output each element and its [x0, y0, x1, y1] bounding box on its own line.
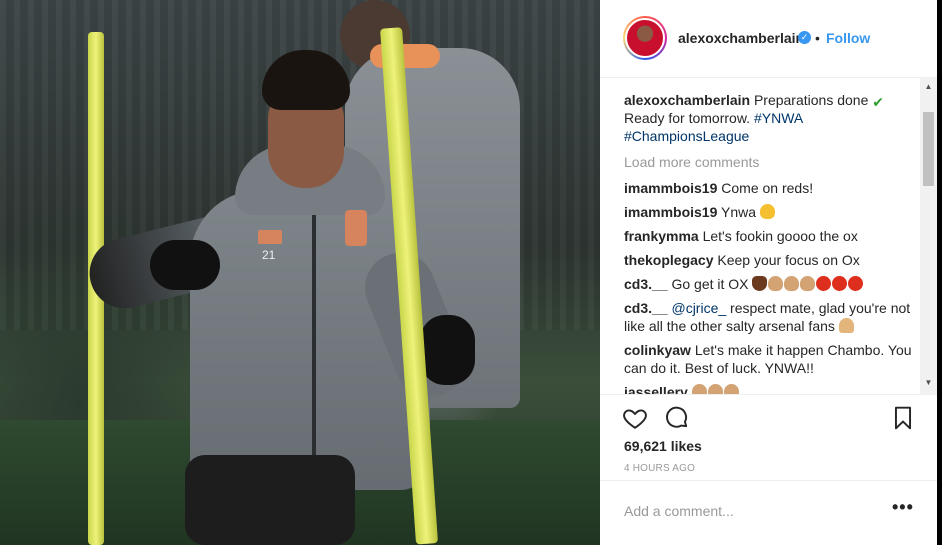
hashtag-championsleague[interactable]: #ChampionsLeague [624, 128, 749, 144]
post-header: alexoxchamberlain ✓ • Follow [600, 0, 942, 78]
load-more-comments-button[interactable]: Load more comments [624, 153, 912, 171]
comments-list[interactable]: alexoxchamberlain Preparations done ✔ Re… [600, 78, 942, 394]
bull-icon [752, 276, 768, 291]
verified-badge-icon: ✓ [798, 31, 811, 44]
follow-button[interactable]: Follow [826, 30, 870, 46]
comment-username[interactable]: imammbois19 [624, 204, 717, 220]
kit-logo [258, 230, 282, 244]
red-circle-icon [816, 276, 832, 291]
flexed-biceps-icon [723, 384, 739, 394]
comment-bubble-icon[interactable] [664, 405, 690, 431]
caption: alexoxchamberlain Preparations done ✔ Re… [624, 91, 912, 145]
scroll-up-arrow-icon[interactable]: ▲ [920, 80, 937, 94]
scroll-down-arrow-icon[interactable]: ▼ [920, 376, 937, 390]
comments-scrollbar[interactable]: ▲ ▼ [920, 78, 937, 394]
comment-item: imammbois19 Ynwa [624, 203, 912, 221]
comment-username[interactable]: cd3.__ [624, 300, 668, 316]
add-comment-bar: ••• [600, 480, 942, 545]
story-ring[interactable] [623, 16, 667, 60]
comment-item: cd3.__ @cjrice_ respect mate, glad you'r… [624, 299, 912, 335]
scroll-thumb[interactable] [923, 112, 934, 186]
post-timestamp[interactable]: 4 HOURS AGO [624, 463, 695, 474]
comment-username[interactable]: cd3.__ [624, 276, 668, 292]
glove-left [150, 240, 220, 290]
comment-item: jassellery [624, 383, 912, 394]
comment-item: colinkyaw Let's make it happen Chambo. Y… [624, 341, 912, 377]
comment-text: Ynwa [721, 204, 757, 220]
comment-username[interactable]: colinkyaw [624, 342, 691, 358]
post-actions: 69,621 likes 4 HOURS AGO [600, 394, 942, 490]
comment-text: Come on reds! [721, 180, 814, 196]
more-options-icon[interactable]: ••• [892, 497, 914, 518]
window-edge [937, 0, 942, 545]
red-circle-icon [832, 276, 848, 291]
comment-username[interactable]: imammbois19 [624, 180, 717, 196]
bookmark-icon[interactable] [890, 405, 916, 431]
likes-count[interactable]: 69,621 likes [624, 438, 702, 454]
add-comment-input[interactable] [624, 500, 874, 522]
check-mark-icon: ✔ [872, 94, 884, 110]
caption-text-2: Ready for tomorrow. [624, 110, 751, 126]
comment-mention[interactable]: @cjrice_ [671, 300, 726, 316]
hashtag-ynwa[interactable]: #YNWA [754, 110, 803, 126]
post-photo[interactable]: 21 [0, 0, 600, 545]
comment-text: Keep your focus on Ox [717, 252, 860, 268]
flexed-biceps-icon [691, 384, 707, 394]
caption-text: Preparations done [753, 92, 869, 108]
comment-text: Let's fookin goooo the ox [702, 228, 858, 244]
caption-username[interactable]: alexoxchamberlain [624, 92, 750, 108]
post-sidebar: alexoxchamberlain ✓ • Follow alexoxchamb… [600, 0, 942, 545]
comment-username[interactable]: frankymma [624, 228, 699, 244]
club-crest [345, 210, 367, 246]
comment-username[interactable]: jassellery [624, 384, 688, 394]
jersey-number: 21 [262, 248, 276, 262]
header-username[interactable]: alexoxchamberlain [678, 30, 804, 46]
like-heart-icon[interactable] [622, 405, 648, 431]
avatar[interactable] [625, 18, 665, 58]
flexed-biceps-icon [800, 276, 816, 291]
comment-item: frankymma Let's fookin goooo the ox [624, 227, 912, 245]
flexed-biceps-icon [768, 276, 784, 291]
comment-item: imammbois19 Come on reds! [624, 179, 912, 197]
flexed-biceps-icon [759, 204, 775, 219]
header-separator: • [815, 30, 820, 46]
comment-text: Go get it OX [671, 276, 749, 292]
comment-item: cd3.__ Go get it OX [624, 275, 912, 293]
flexed-biceps-icon [784, 276, 800, 291]
folded-hands-icon [838, 318, 854, 333]
comment-username[interactable]: thekoplegacy [624, 252, 713, 268]
glove-right [420, 315, 475, 385]
comment-item: thekoplegacy Keep your focus on Ox [624, 251, 912, 269]
red-circle-icon [848, 276, 864, 291]
flexed-biceps-icon [707, 384, 723, 394]
